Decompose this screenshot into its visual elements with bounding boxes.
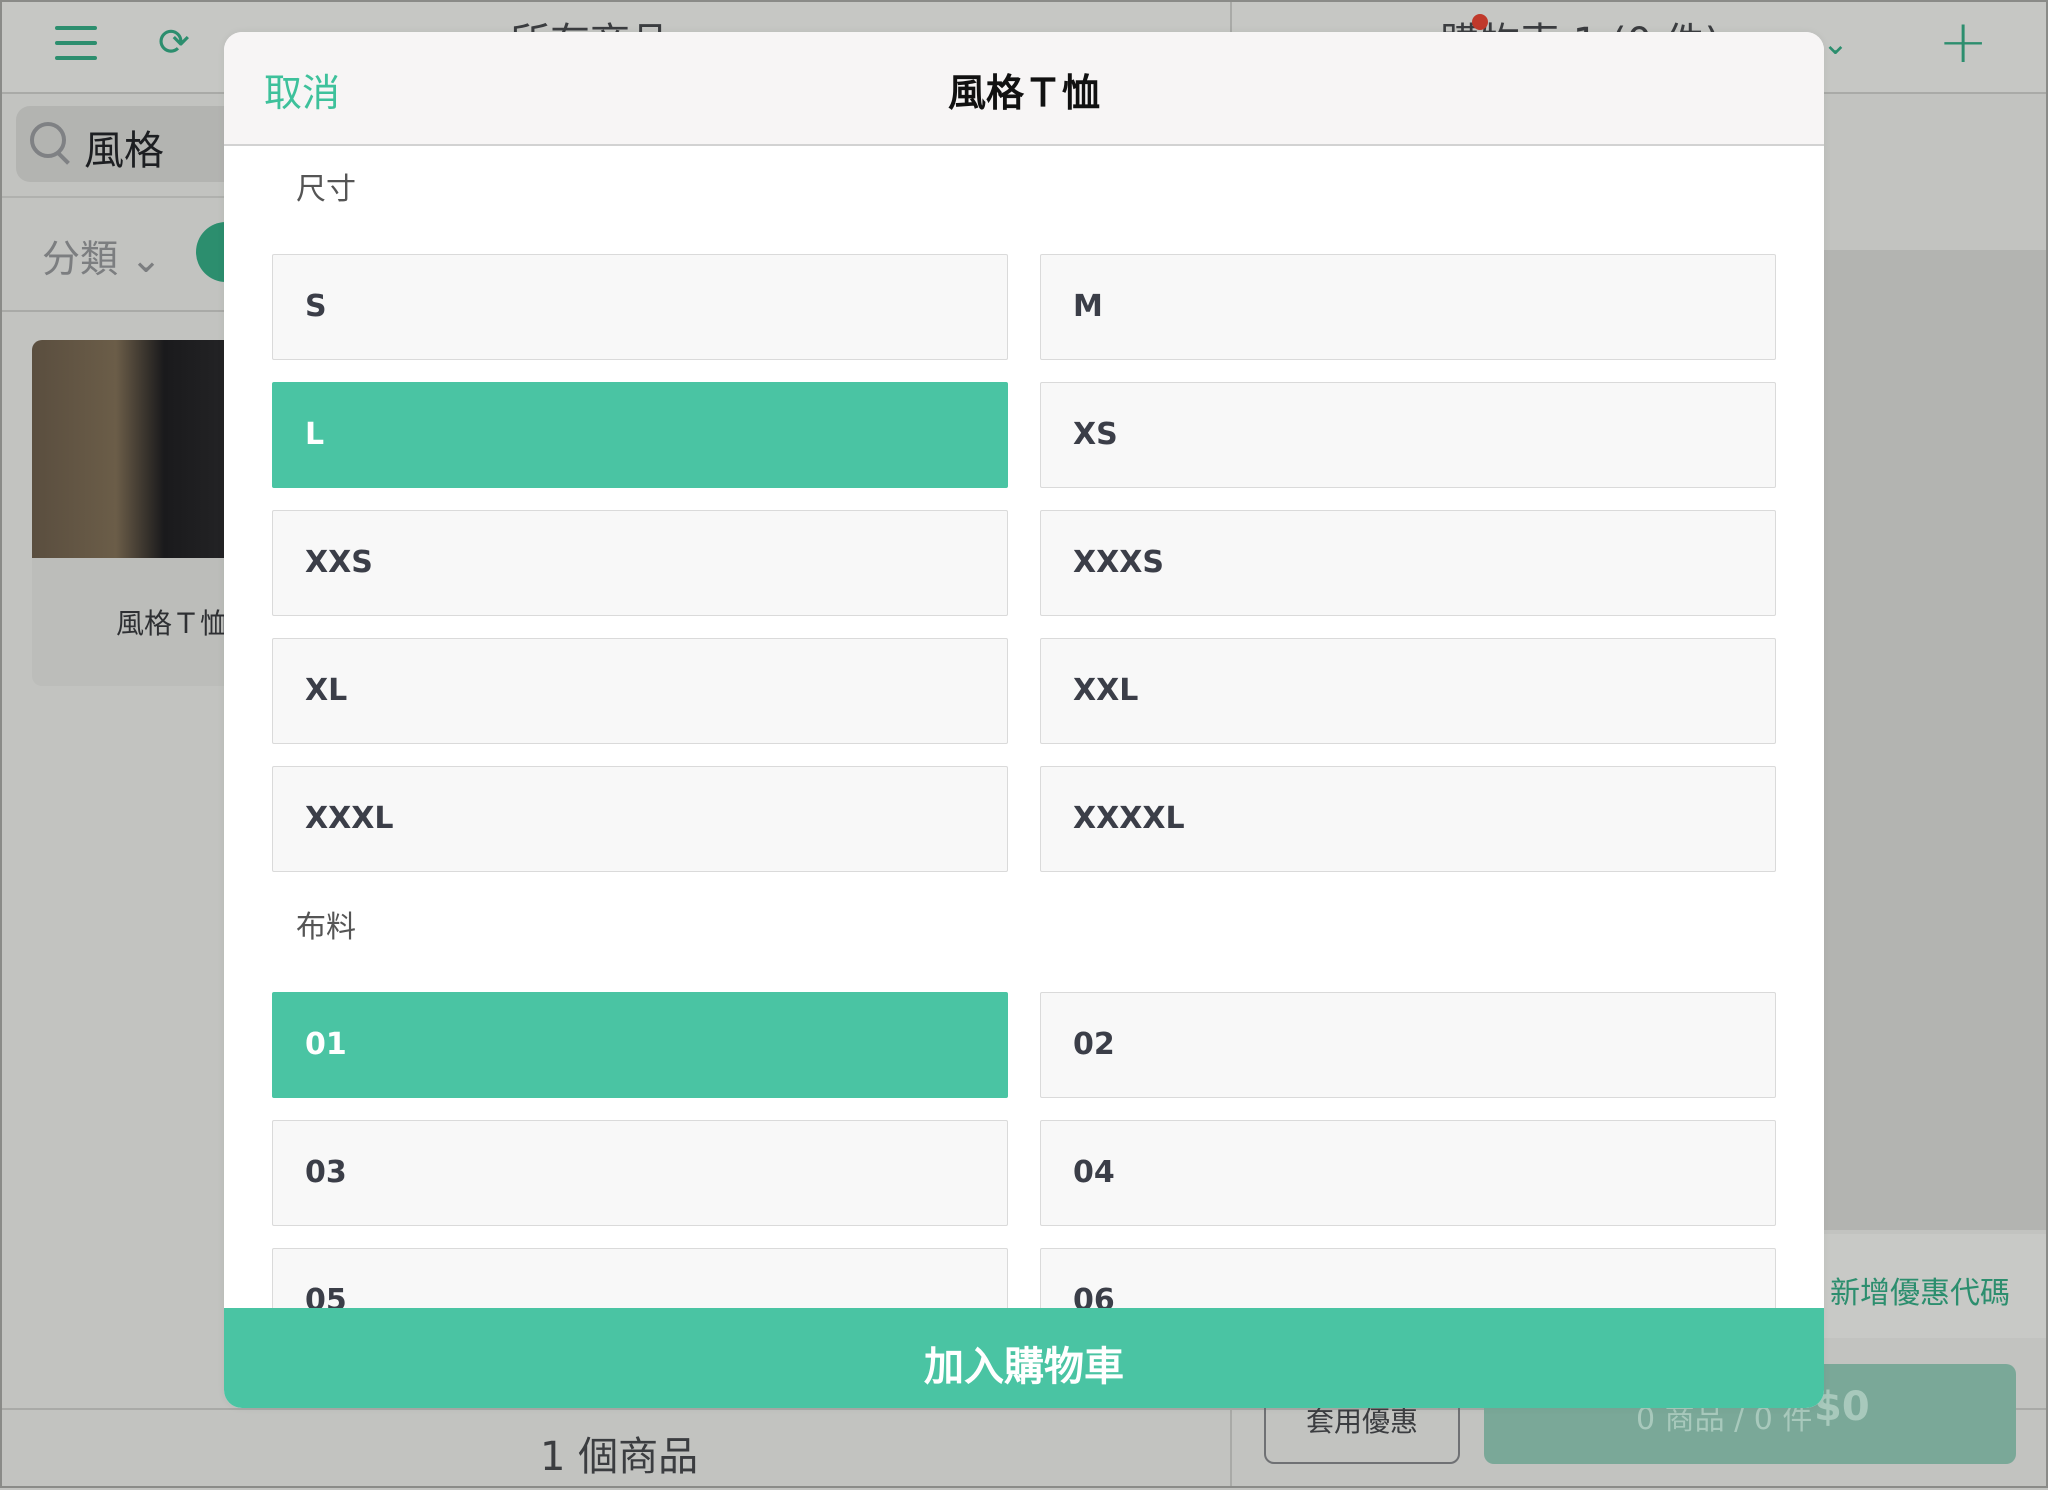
plus-icon[interactable]: +	[1938, 12, 1988, 72]
option-label: XXXL	[305, 801, 394, 836]
option-label: 05	[305, 1283, 347, 1308]
option-label: XXXXL	[1073, 801, 1185, 836]
size-option-xxxl[interactable]: XXXL	[272, 766, 1008, 872]
size-option-xxl[interactable]: XXL	[1040, 638, 1776, 744]
size-option-xxxs[interactable]: XXXS	[1040, 510, 1776, 616]
add-to-cart-button[interactable]: 加入購物車	[224, 1308, 1824, 1408]
size-option-l[interactable]: L	[272, 382, 1008, 488]
option-label: XXXS	[1073, 545, 1164, 580]
option-label: 03	[305, 1155, 347, 1190]
size-option-xs[interactable]: XS	[1040, 382, 1776, 488]
add-to-cart-label: 加入購物車	[924, 1345, 1124, 1389]
section-label-size: 尺寸	[296, 172, 356, 207]
fabric-option-01[interactable]: 01	[272, 992, 1008, 1098]
option-label: XS	[1073, 417, 1118, 452]
chevron-down-icon[interactable]: ⌄	[1822, 24, 1849, 62]
fabric-option-06[interactable]: 06	[1040, 1248, 1776, 1308]
section-label-fabric: 布料	[296, 910, 356, 945]
item-count: 1 個商品	[540, 1434, 699, 1480]
fabric-option-04[interactable]: 04	[1040, 1120, 1776, 1226]
option-label: 02	[1073, 1027, 1115, 1062]
search-input[interactable]: 風格	[84, 118, 164, 176]
option-label: 06	[1073, 1283, 1115, 1308]
category-filter[interactable]: 分類 ⌄	[42, 228, 162, 283]
search-icon	[30, 122, 66, 158]
size-option-xxs[interactable]: XXS	[272, 510, 1008, 616]
option-label: S	[305, 289, 327, 324]
option-label: 04	[1073, 1155, 1115, 1190]
fabric-option-02[interactable]: 02	[1040, 992, 1776, 1098]
modal-header: 取消 風格Ｔ恤	[224, 32, 1824, 146]
menu-icon[interactable]	[55, 26, 97, 60]
cart-badge	[1472, 14, 1488, 30]
modal-title: 風格Ｔ恤	[947, 71, 1100, 115]
add-promo-code-link[interactable]: 新增優惠代碼	[1830, 1268, 2010, 1312]
option-label: XL	[305, 673, 348, 708]
modal-body[interactable]: 尺寸 S M L XS XXS XXXS XL XXL XXXL XXXXL 布…	[224, 146, 1824, 1308]
size-option-xl[interactable]: XL	[272, 638, 1008, 744]
fabric-option-03[interactable]: 03	[272, 1120, 1008, 1226]
bottom-divider	[1230, 1408, 1232, 1488]
variant-picker-modal: 取消 風格Ｔ恤 尺寸 S M L XS XXS XXXS XL XXL XXXL…	[224, 32, 1824, 1408]
product-name: 風格Ｔ恤	[116, 607, 229, 640]
option-label: 01	[305, 1027, 347, 1062]
size-option-xxxxl[interactable]: XXXXL	[1040, 766, 1776, 872]
size-option-m[interactable]: M	[1040, 254, 1776, 360]
fabric-option-05[interactable]: 05	[272, 1248, 1008, 1308]
option-label: XXL	[1073, 673, 1139, 708]
option-label: XXS	[305, 545, 373, 580]
option-label: M	[1073, 289, 1103, 324]
size-option-s[interactable]: S	[272, 254, 1008, 360]
option-label: L	[305, 417, 325, 452]
sync-icon[interactable]: ⟳	[158, 22, 198, 62]
